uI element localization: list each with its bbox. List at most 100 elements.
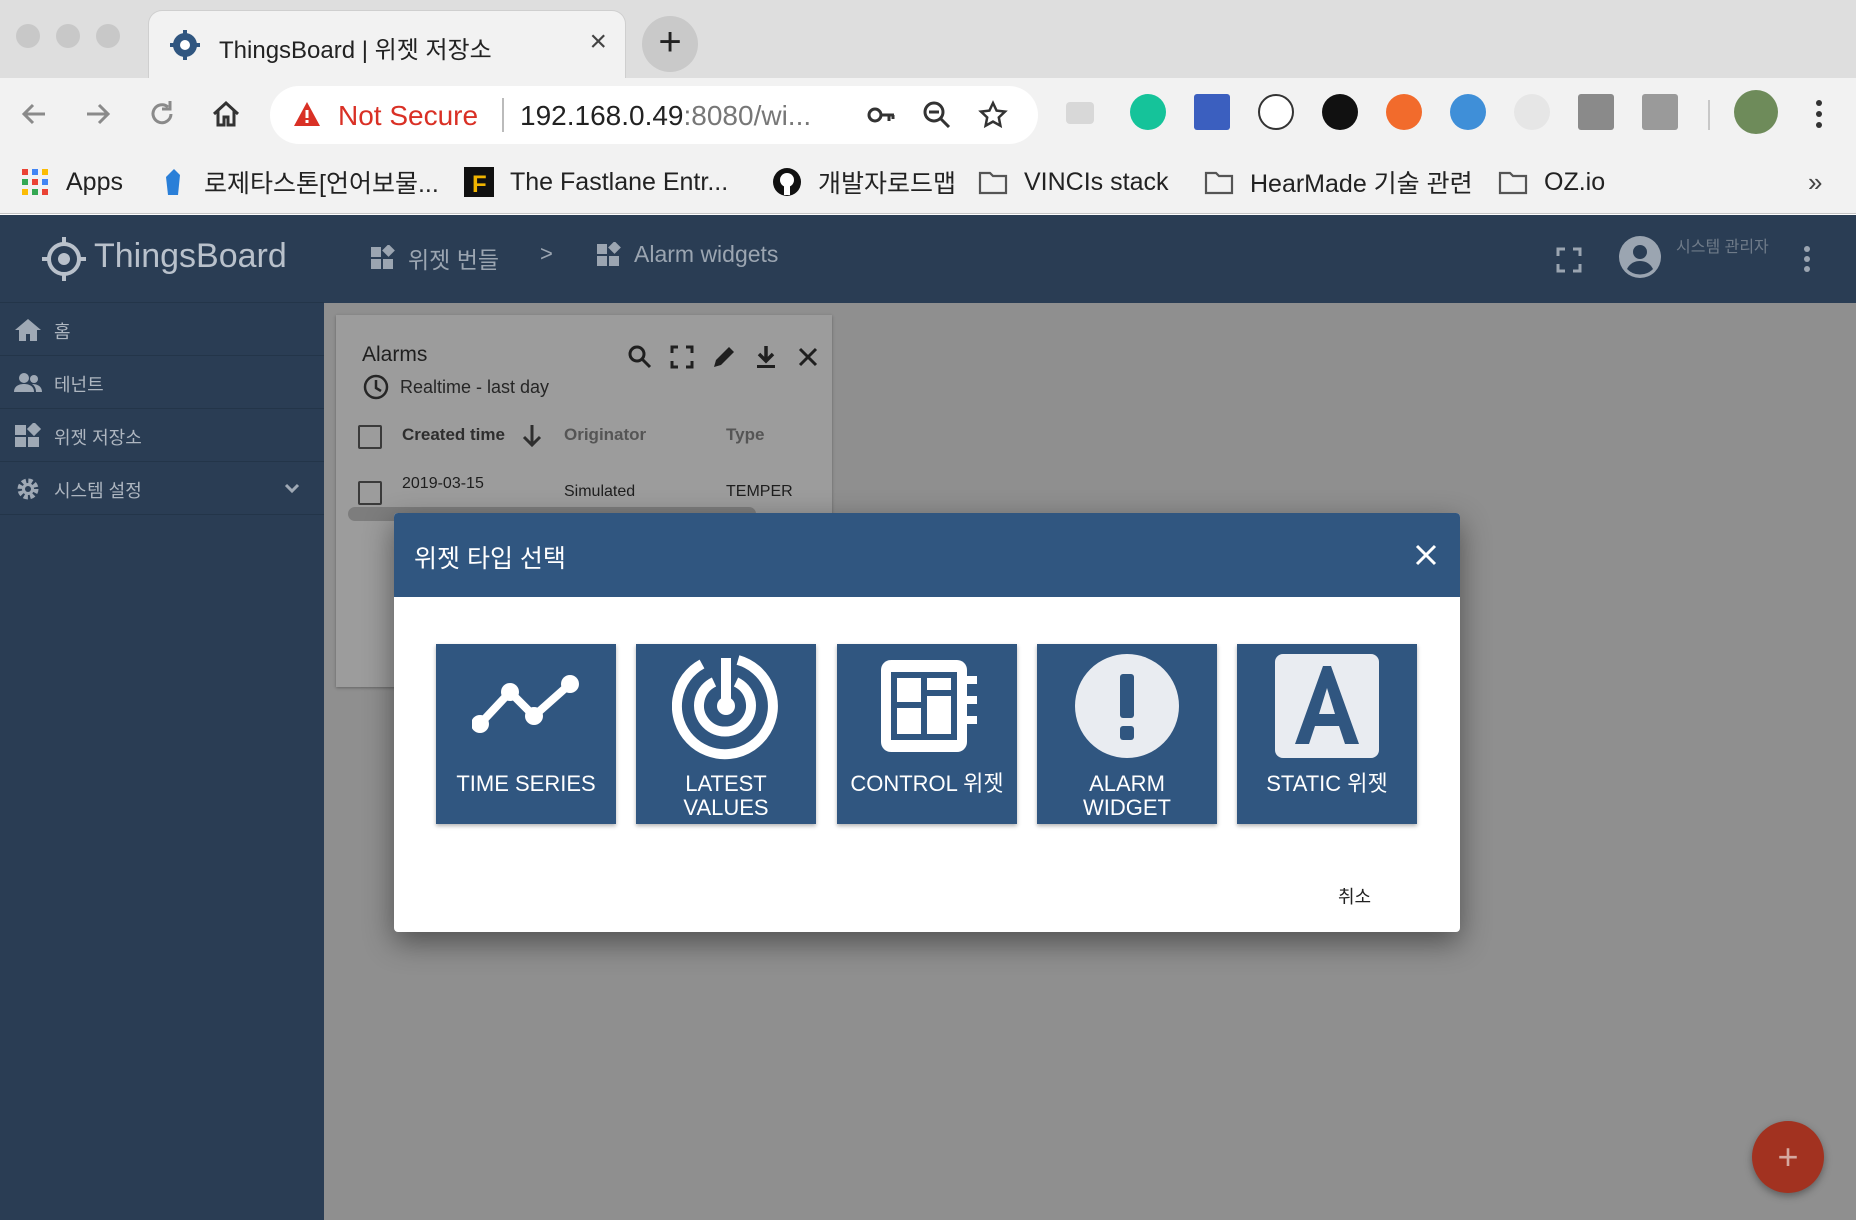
not-secure-label[interactable]: Not Secure [338,100,478,132]
close-icon[interactable] [1412,541,1440,569]
bookmark-ozio[interactable]: OZ.io [1498,164,1605,200]
sidebar-item-label: 시스템 설정 [54,481,142,501]
sidebar-item-widgets-library[interactable]: 위젯 저장소 [0,409,324,462]
svg-text:F: F [472,171,487,197]
cell-type: TEMPER [726,483,793,500]
tile-label: TIME SERIES [456,771,596,796]
time-series-icon [472,675,579,733]
tile-label: ALARM WIDGET [1083,771,1171,820]
extension-notion-icon[interactable] [1066,102,1094,124]
cell-created-time: 2019-03-15 [402,475,484,492]
home-icon [15,319,41,341]
widget-type-static[interactable]: STATIC 위젯 [1237,644,1417,824]
widgets-icon [15,423,42,447]
extension-globe-icon[interactable] [1450,94,1486,130]
bookmarks-overflow-button[interactable]: » [1808,164,1822,200]
gear-icon [17,478,39,500]
download-icon[interactable] [752,343,780,371]
widget-type-time-series[interactable]: TIME SERIES [436,644,616,824]
extension-clock-icon[interactable] [1322,94,1358,130]
chevron-down-icon[interactable] [282,478,302,498]
fullscreen-icon[interactable] [668,343,696,371]
fastlane-icon: F [464,167,494,197]
sidebar-item-tenants[interactable]: 테넌트 [0,356,324,409]
reload-icon[interactable] [146,98,178,130]
extension-json-icon[interactable] [1258,94,1294,130]
back-arrow-icon[interactable] [18,98,50,130]
bookmark-rosetta[interactable]: 로제타스톤[언어보물... [158,164,439,200]
bookmark-star-icon[interactable] [978,100,1008,130]
user-role-label: 시스템 관리자 [1676,239,1769,256]
breadcrumb-separator: > [540,241,553,266]
key-icon[interactable] [866,100,896,130]
widget-type-alarm[interactable]: ALARM WIDGET [1037,644,1217,824]
add-widget-fab-button[interactable]: + [1752,1121,1824,1193]
zoom-out-icon[interactable] [922,100,952,130]
breadcrumb-alarm-widgets[interactable]: Alarm widgets [596,241,778,268]
user-avatar-icon[interactable] [1618,235,1662,279]
warning-triangle-icon [294,102,320,126]
extension-trello-icon[interactable] [1578,94,1614,130]
tab-title: ThingsBoard | 위젯 저장소 [219,37,492,64]
window-zoom-button[interactable] [96,24,120,48]
rosetta-stone-icon [166,169,180,195]
fullscreen-icon[interactable] [1556,247,1582,273]
toolbar-divider [1708,100,1710,130]
widget-type-latest-values[interactable]: LATEST VALUES [636,644,816,824]
sort-arrow-down-icon[interactable] [520,423,544,449]
column-header-type[interactable]: Type [726,425,764,445]
column-header-originator[interactable]: Originator [564,425,646,445]
profile-avatar[interactable] [1734,90,1778,134]
close-icon[interactable] [794,343,822,371]
edit-pencil-icon[interactable] [710,343,738,371]
forward-arrow-icon[interactable] [82,98,114,130]
sidebar-logo[interactable]: ThingsBoard [0,215,324,303]
thingsboard-logo-icon [42,237,86,281]
home-icon[interactable] [210,98,242,130]
select-widget-type-dialog: 위젯 타입 선택 TIME SERIES LATEST VALUES CONTR… [394,513,1460,932]
window-close-button[interactable] [16,24,40,48]
column-header-created-time[interactable]: Created time [402,425,505,445]
bookmark-hearmade[interactable]: HearMade 기술 관련 [1204,164,1473,200]
select-all-checkbox[interactable] [358,425,382,449]
cancel-button[interactable]: 취소 [1338,883,1371,909]
url-text[interactable]: 192.168.0.49:8080/wi... [520,100,811,132]
widgets-icon [597,241,621,266]
window-minimize-button[interactable] [56,24,80,48]
extension-grammarly-icon[interactable] [1130,94,1166,130]
bookmark-vincis[interactable]: VINCIs stack [978,164,1168,200]
browser-menu-icon[interactable] [1812,98,1826,130]
apps-grid-icon [22,169,48,195]
omnibox-divider [502,98,504,132]
static-widget-icon [1275,654,1379,758]
cell-originator: Simulated [564,483,636,500]
extension-tags-icon[interactable] [1642,94,1678,130]
folder-icon [1204,171,1234,195]
timewindow-selector[interactable]: Realtime - last day [362,373,549,401]
sidebar-item-home[interactable]: 홈 [0,303,324,356]
row-checkbox[interactable] [358,481,382,505]
browser-toolbar: Not Secure 192.168.0.49:8080/wi... [0,78,1856,150]
thingsboard-favicon-icon [170,30,200,60]
widget-type-control[interactable]: CONTROL 위젯 [837,644,1017,824]
dialog-header: 위젯 타입 선택 [394,513,1460,597]
breadcrumb-widget-bundles[interactable]: 위젯 번들 [370,241,499,275]
brand-name: ThingsBoard [94,237,287,275]
extension-bookmark-icon[interactable] [1194,94,1230,130]
new-tab-button[interactable]: + [642,16,698,72]
sidebar-item-label: 위젯 저장소 [54,428,142,448]
extension-lifebuoy-icon[interactable] [1386,94,1422,130]
bookmarks-bar: Apps 로제타스톤[언어보물... F The Fastlane Entr..… [0,150,1856,214]
tab-close-icon[interactable]: × [589,27,607,57]
sidebar-item-system-settings[interactable]: 시스템 설정 [0,462,324,515]
address-bar[interactable]: Not Secure 192.168.0.49:8080/wi... [270,86,1038,144]
bookmark-apps[interactable]: Apps [20,164,123,200]
latest-values-icon [672,655,778,760]
widget-title: Alarms [362,343,428,366]
browser-tab[interactable]: ThingsBoard | 위젯 저장소 × [148,10,626,78]
bookmark-dev-roadmap[interactable]: 개발자로드맵 [772,164,956,200]
more-vert-icon[interactable] [1802,245,1812,273]
bookmark-fastlane[interactable]: F The Fastlane Entr... [464,164,728,200]
search-icon[interactable] [626,343,654,371]
extension-g-icon[interactable] [1514,94,1550,130]
